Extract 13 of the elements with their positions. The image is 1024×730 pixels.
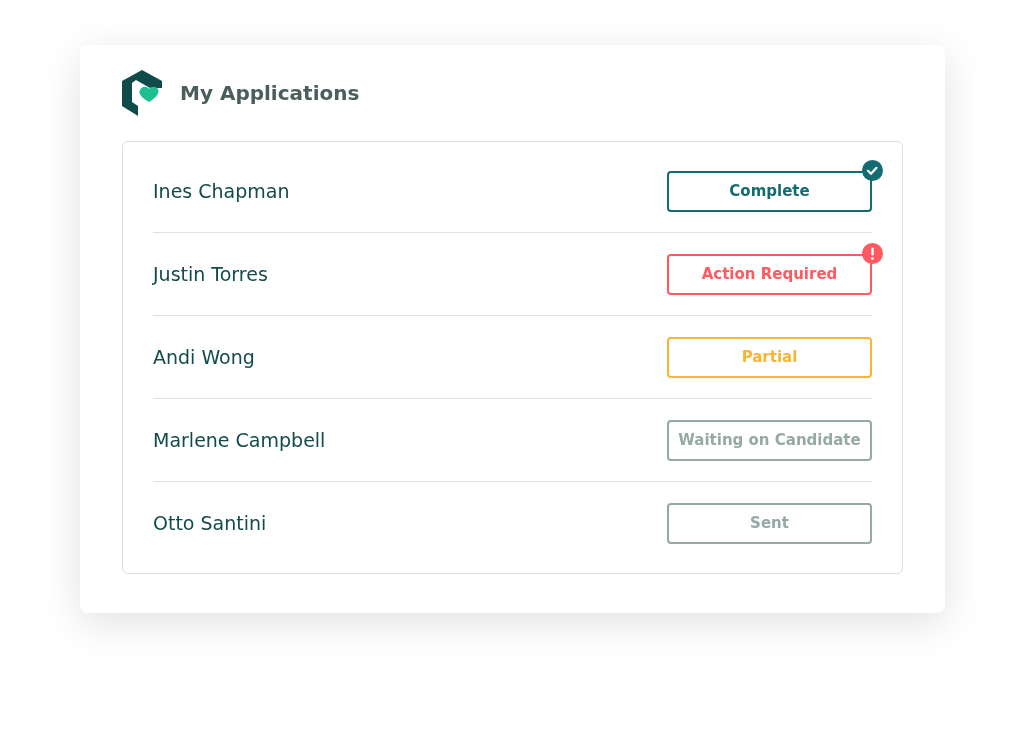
status-tag[interactable]: Waiting on Candidate — [667, 419, 872, 461]
applicant-name: Otto Santini — [153, 511, 267, 537]
status-tag[interactable]: Partial — [667, 336, 872, 378]
page-title: My Applications — [180, 80, 360, 107]
check-icon — [862, 159, 883, 181]
applicant-name: Justin Torres — [153, 261, 268, 287]
applicant-name: Marlene Campbell — [153, 427, 326, 453]
applicant-name: Ines Chapman — [153, 178, 290, 204]
status-tag[interactable]: Sent — [667, 503, 872, 544]
status-tag[interactable]: Complete — [667, 170, 872, 212]
applicant-name: Andi Wong — [153, 344, 255, 370]
alert-icon — [862, 242, 883, 264]
status-tag[interactable]: Action Required — [667, 253, 872, 295]
